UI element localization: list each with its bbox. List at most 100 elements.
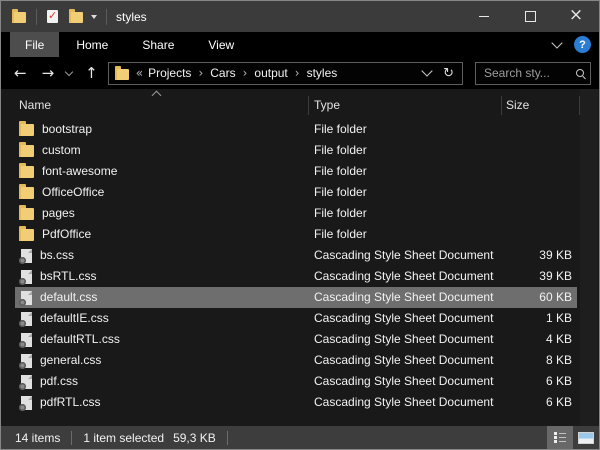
navigation-bar: ← → ↑ « Projects › Cars › output › style… [1,57,599,89]
thumbnails-view-icon [578,431,594,444]
minimize-button[interactable] [461,1,507,32]
window-title: styles [116,9,147,24]
recent-locations-dropdown-icon[interactable] [64,67,74,77]
close-button[interactable]: × [553,1,599,32]
title-bar: styles × [1,1,599,32]
breadcrumb-item-styles[interactable]: styles [307,66,338,80]
close-icon: × [568,5,584,25]
file-name: OfficeOffice [42,185,105,199]
file-row[interactable]: pdfRTL.css Cascading Style Sheet Documen… [1,392,599,413]
file-name: general.css [40,353,102,367]
file-type: Cascading Style Sheet Document [314,395,494,409]
address-folder-icon [114,65,129,80]
details-view-icon [553,432,567,443]
file-size: 4 KB [545,332,572,346]
file-row[interactable]: general.css Cascading Style Sheet Docume… [1,350,599,371]
css-file-icon [19,374,32,390]
file-row[interactable]: font-awesome File folder [1,161,599,182]
file-type: Cascading Style Sheet Document [314,248,494,262]
breadcrumb-chevron-icon: › [198,66,204,80]
customize-toolbar-dropdown-icon[interactable] [91,14,97,19]
tab-share[interactable]: Share [125,32,191,57]
expand-ribbon-icon[interactable] [551,36,563,49]
file-row[interactable]: default.css Cascading Style Sheet Docume… [1,287,599,308]
file-name: font-awesome [42,164,118,178]
properties-icon[interactable] [47,9,58,23]
file-row[interactable]: OfficeOffice File folder [1,182,599,203]
address-dropdown-icon[interactable] [421,65,433,77]
file-row[interactable]: bs.css Cascading Style Sheet Document 39… [1,245,599,266]
maximize-button[interactable] [507,1,553,32]
file-row[interactable]: pages File folder [1,203,599,224]
file-name-cell: pages [19,203,75,224]
status-divider [71,430,73,445]
file-type: Cascading Style Sheet Document [314,332,494,346]
file-type: Cascading Style Sheet Document [314,374,494,388]
file-size: 39 KB [539,248,572,262]
file-name: pdfRTL.css [40,395,101,409]
file-size: 1 KB [545,311,572,325]
file-type: Cascading Style Sheet Document [314,269,494,283]
column-header-type[interactable]: Type [314,98,340,112]
file-type: File folder [314,206,367,220]
css-file-icon [19,269,32,285]
file-name-cell: bs.css [19,245,74,266]
file-row[interactable]: pdf.css Cascading Style Sheet Document 6… [1,371,599,392]
file-name: custom [42,143,81,157]
tab-file[interactable]: File [10,32,60,57]
css-file-icon [19,353,32,369]
file-row[interactable]: bsRTL.css Cascading Style Sheet Document… [1,266,599,287]
breadcrumb-item-cars[interactable]: Cars [210,66,235,80]
up-button[interactable]: ↑ [85,65,98,81]
file-size: 60 KB [539,290,572,304]
forward-button[interactable]: → [42,65,55,81]
tab-home[interactable]: Home [59,32,125,57]
column-divider[interactable] [308,96,309,115]
app-folder-icon [12,9,26,23]
column-divider[interactable] [501,96,502,115]
help-button[interactable]: ? [574,36,591,53]
selection-size: 59,3 KB [173,430,216,445]
titlebar-divider [36,8,37,25]
file-name-cell: default.css [19,287,97,308]
file-row[interactable]: defaultRTL.css Cascading Style Sheet Doc… [1,329,599,350]
file-name: defaultRTL.css [40,332,120,346]
selection-count: 1 item selected [83,430,165,445]
breadcrumb-overflow-icon[interactable]: « [136,66,143,80]
file-size: 39 KB [539,269,572,283]
ribbon-right-controls: ? [551,32,599,57]
view-toggle-buttons [547,426,599,449]
file-name: pages [42,206,75,220]
search-box[interactable] [475,61,591,85]
refresh-icon[interactable]: ↻ [443,67,454,80]
breadcrumb-chevron-icon: › [294,66,300,80]
search-icon[interactable] [576,69,584,77]
tab-view[interactable]: View [191,32,251,57]
folder-icon [19,121,34,136]
file-type: File folder [314,122,367,136]
folder-icon [19,226,34,241]
file-type: File folder [314,164,367,178]
address-bar[interactable]: « Projects › Cars › output › styles ↻ [107,61,463,85]
file-type: File folder [314,185,367,199]
search-input[interactable] [482,65,576,81]
file-type: File folder [314,227,367,241]
file-row[interactable]: bootstrap File folder [1,119,599,140]
file-name-cell: OfficeOffice [19,182,104,203]
breadcrumb-item-projects[interactable]: Projects [148,66,191,80]
folder-icon [19,205,34,220]
column-header-size[interactable]: Size [506,98,529,112]
thumbnails-view-button[interactable] [573,426,599,449]
file-row[interactable]: custom File folder [1,140,599,161]
file-size: 6 KB [545,395,572,409]
back-button[interactable]: ← [14,65,27,81]
file-name-cell: defaultIE.css [19,308,109,329]
file-row[interactable]: defaultIE.css Cascading Style Sheet Docu… [1,308,599,329]
new-folder-icon[interactable] [69,9,83,23]
details-view-button[interactable] [547,426,573,449]
file-name: bootstrap [42,122,93,136]
file-name-cell: pdfRTL.css [19,392,100,413]
file-row[interactable]: PdfOffice File folder [1,224,599,245]
column-header-name[interactable]: Name [19,98,51,112]
breadcrumb-item-output[interactable]: output [254,66,287,80]
